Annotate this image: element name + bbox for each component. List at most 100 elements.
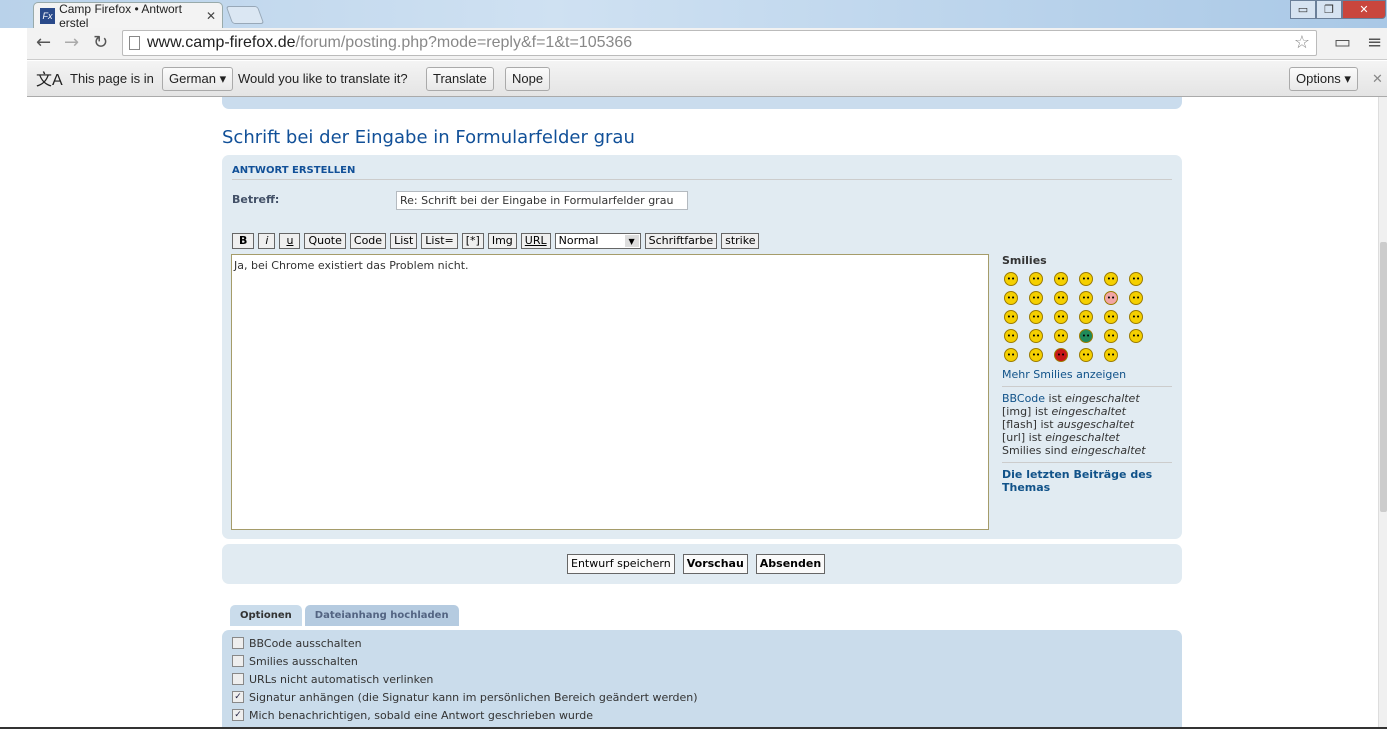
smilies-sidebar: Smilies •• •• •• •• •• •• •• •• •• •• •• •• •• •• •• ••… <box>1002 254 1172 494</box>
last-posts-link[interactable]: Die letzten Beiträge des Themas <box>1002 468 1172 494</box>
status-value: eingeschaltet <box>1045 431 1120 444</box>
bookmark-star-icon[interactable]: ☆ <box>1294 32 1310 53</box>
scrollbar-thumb[interactable] <box>1380 242 1387 512</box>
new-tab-button[interactable] <box>225 6 265 24</box>
close-infobar-icon[interactable]: ✕ <box>1372 71 1383 87</box>
save-draft-button[interactable]: Entwurf speichern <box>567 554 675 574</box>
font-size-select[interactable]: Normal ▼ <box>554 233 641 249</box>
smiley-icon[interactable]: •• <box>1079 310 1093 324</box>
option-row[interactable]: URLs nicht automatisch verlinken <box>232 670 1172 688</box>
tab-options[interactable]: Optionen <box>230 605 302 626</box>
option-label: Smilies ausschalten <box>249 654 358 668</box>
close-tab-icon[interactable]: ✕ <box>206 9 216 23</box>
smiley-icon[interactable]: •• <box>1004 272 1018 286</box>
smiley-icon[interactable]: •• <box>1004 291 1018 305</box>
smiley-icon[interactable]: •• <box>1029 310 1043 324</box>
smiley-icon[interactable]: •• <box>1129 310 1143 324</box>
translate-button[interactable]: Translate <box>426 67 494 91</box>
quote-button[interactable]: Quote <box>304 233 346 249</box>
smiley-icon[interactable]: •• <box>1004 348 1018 362</box>
divider <box>1002 386 1172 387</box>
option-checkbox[interactable]: ✓ <box>232 691 244 703</box>
options-button[interactable]: Options ▾ <box>1289 67 1358 91</box>
scrollbar[interactable] <box>1378 97 1387 727</box>
italic-button[interactable]: i <box>258 233 276 249</box>
smiley-icon[interactable]: •• <box>1079 291 1093 305</box>
font-size-value: Normal <box>558 234 599 247</box>
window-icon[interactable]: ▭ <box>1334 32 1351 53</box>
img-button[interactable]: Img <box>487 233 517 249</box>
underline-button[interactable]: u <box>279 233 301 249</box>
forward-icon[interactable]: → <box>64 32 79 53</box>
smiley-icon[interactable]: •• <box>1079 348 1093 362</box>
bbcode-status: BBCode ist eingeschaltet [img] ist einges… <box>1002 392 1172 457</box>
tab-title: Camp Firefox • Antwort erstel <box>59 1 182 30</box>
more-smilies-link[interactable]: Mehr Smilies anzeigen <box>1002 368 1172 381</box>
list-item-button[interactable]: [*] <box>461 233 484 249</box>
reload-icon[interactable]: ↻ <box>93 32 108 53</box>
preview-button[interactable]: Vorschau <box>682 554 748 574</box>
smilies-grid: •• •• •• •• •• •• •• •• •• •• •• •• •• •• •• •• •• •• •• ••… <box>1002 272 1172 362</box>
smiley-icon[interactable]: •• <box>1054 329 1068 343</box>
restore-button[interactable]: ❐ <box>1316 0 1342 19</box>
smiley-icon[interactable]: •• <box>1029 329 1043 343</box>
minimize-button[interactable]: ▭ <box>1290 0 1316 19</box>
strike-button[interactable]: strike <box>721 233 760 249</box>
menu-icon[interactable]: ≡ <box>1367 32 1382 53</box>
smiley-icon[interactable]: •• <box>1029 348 1043 362</box>
smiley-icon[interactable]: •• <box>1054 291 1068 305</box>
tab-attachments[interactable]: Dateianhang hochladen <box>304 605 459 626</box>
back-icon[interactable]: ← <box>36 32 51 53</box>
list-ordered-button[interactable]: List= <box>421 233 458 249</box>
option-checkbox[interactable]: ✓ <box>232 709 244 721</box>
submit-panel: Entwurf speichern Vorschau Absenden <box>222 544 1182 584</box>
url-button[interactable]: URL <box>520 233 551 249</box>
option-row[interactable]: Smilies ausschalten <box>232 652 1172 670</box>
smiley-icon[interactable]: •• <box>1104 329 1118 343</box>
smiley-icon[interactable]: •• <box>1104 272 1118 286</box>
option-checkbox[interactable] <box>232 637 244 649</box>
language-select[interactable]: German ▾ <box>162 67 234 91</box>
submit-button[interactable]: Absenden <box>755 554 826 574</box>
status-line: Smilies sind eingeschaltet <box>1002 444 1172 457</box>
options-label: Options <box>1296 71 1341 86</box>
smiley-icon[interactable]: •• <box>1054 310 1068 324</box>
close-window-button[interactable]: ✕ <box>1342 0 1386 19</box>
smiley-icon[interactable]: •• <box>1004 329 1018 343</box>
smiley-icon[interactable]: •• <box>1004 310 1018 324</box>
smiley-icon[interactable]: •• <box>1129 329 1143 343</box>
smiley-icon[interactable]: •• <box>1079 329 1093 343</box>
code-button[interactable]: Code <box>349 233 387 249</box>
smiley-icon[interactable]: •• <box>1079 272 1093 286</box>
smilies-row: •• •• •• •• •• •• <box>1004 291 1172 305</box>
smiley-icon[interactable]: •• <box>1104 348 1118 362</box>
smiley-icon[interactable]: •• <box>1054 348 1068 362</box>
page-content: Schrift bei der Eingabe in Formularfelde… <box>27 97 1378 727</box>
smiley-icon[interactable]: •• <box>1029 272 1043 286</box>
url-host: www.camp-firefox.de <box>147 34 296 51</box>
option-row[interactable]: ✓ Signatur anhängen (die Signatur kann im… <box>232 688 1172 706</box>
smiley-icon[interactable]: •• <box>1029 291 1043 305</box>
smiley-icon[interactable]: •• <box>1104 310 1118 324</box>
subject-input[interactable]: Re: Schrift bei der Eingabe in Formularf… <box>396 191 688 210</box>
page-icon <box>129 36 140 50</box>
smiley-icon[interactable]: •• <box>1129 272 1143 286</box>
smilies-row: •• •• •• •• •• •• <box>1004 272 1172 286</box>
smiley-icon[interactable]: •• <box>1129 291 1143 305</box>
font-color-button[interactable]: Schriftfarbe <box>644 233 718 249</box>
browser-tab[interactable]: Fx Camp Firefox • Antwort erstel ✕ <box>33 1 223 30</box>
status-verb: ist <box>1031 405 1052 418</box>
option-checkbox[interactable] <box>232 655 244 667</box>
bold-button[interactable]: B <box>232 233 255 249</box>
message-textarea[interactable]: Ja, bei Chrome existiert das Problem nic… <box>231 254 989 530</box>
option-row[interactable]: ✓ Mich benachrichtigen, sobald eine Antwo… <box>232 706 1172 724</box>
smiley-icon[interactable]: •• <box>1104 291 1118 305</box>
smiley-icon[interactable]: •• <box>1054 272 1068 286</box>
address-bar[interactable]: www.camp-firefox.de/forum/posting.php?mo… <box>122 30 1317 56</box>
nope-button[interactable]: Nope <box>505 67 551 91</box>
option-row[interactable]: BBCode ausschalten <box>232 634 1172 652</box>
list-button[interactable]: List <box>390 233 418 249</box>
bbcode-link[interactable]: BBCode <box>1002 392 1045 405</box>
chevron-down-icon: ▼ <box>624 235 639 247</box>
option-checkbox[interactable] <box>232 673 244 685</box>
